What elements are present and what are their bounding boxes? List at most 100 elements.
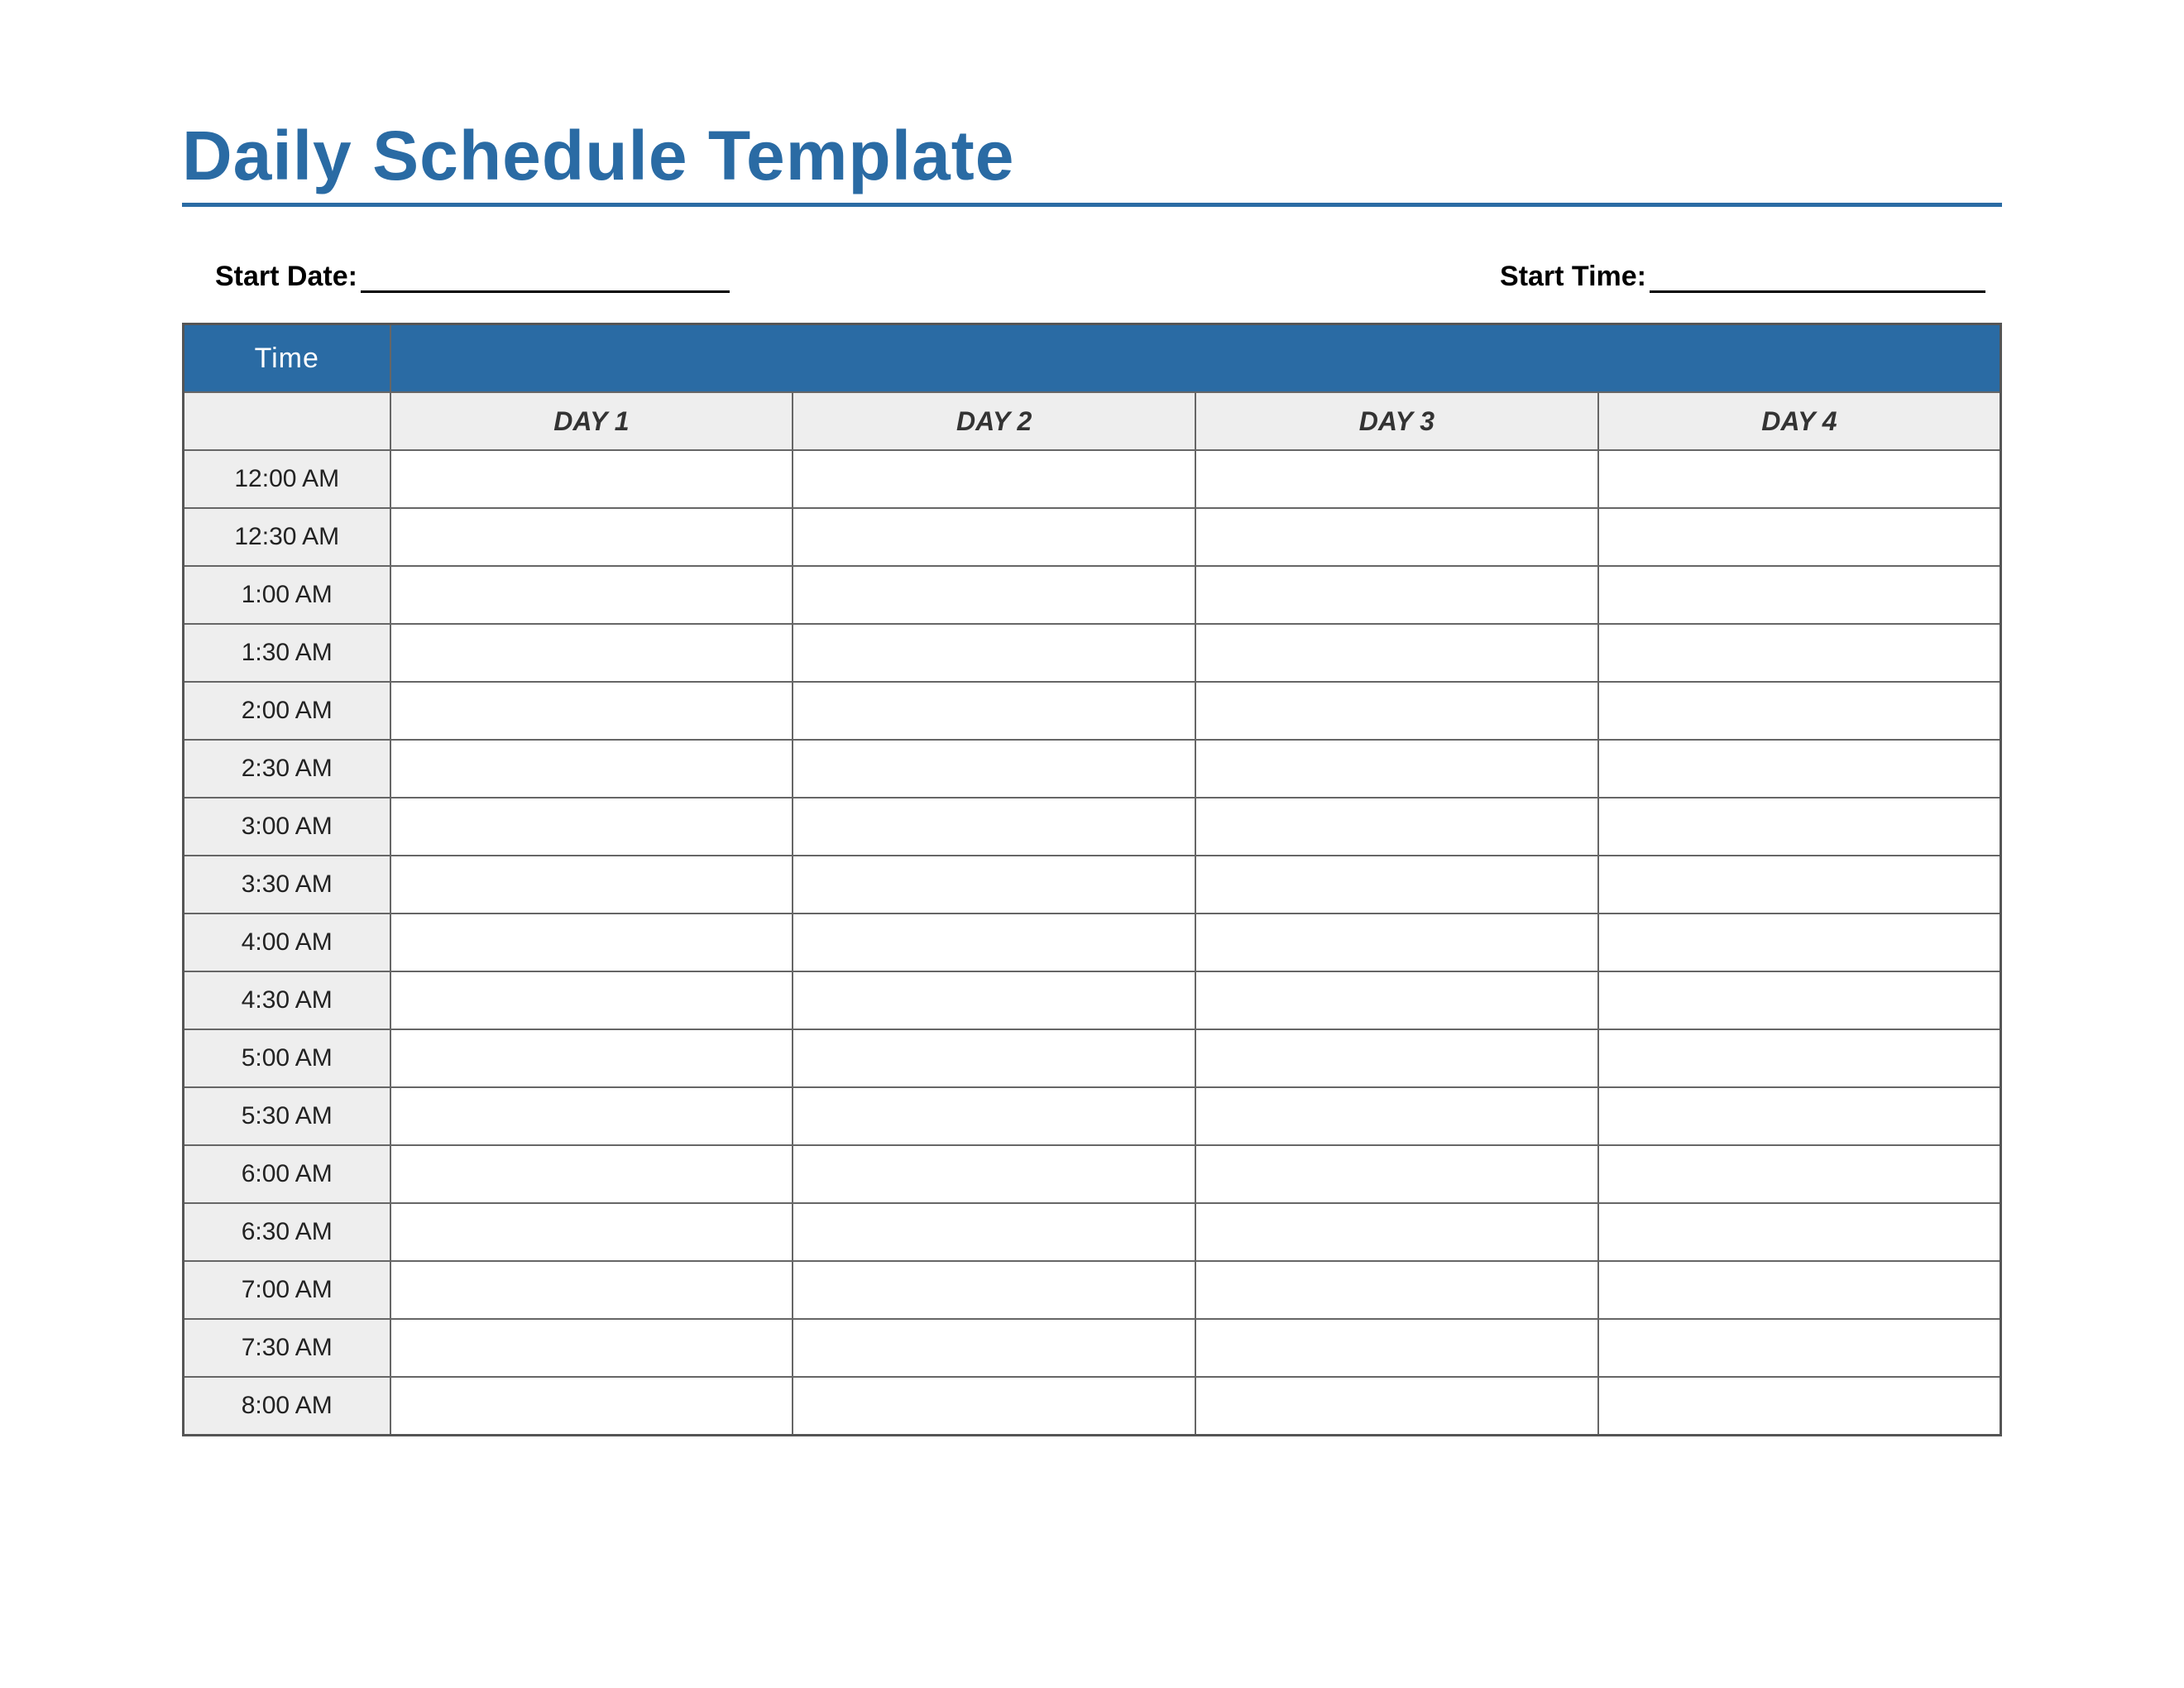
schedule-slot[interactable] xyxy=(1598,1203,2001,1261)
schedule-slot[interactable] xyxy=(1598,508,2001,566)
schedule-slot[interactable] xyxy=(1195,508,1598,566)
schedule-slot[interactable] xyxy=(1598,1087,2001,1145)
schedule-slot[interactable] xyxy=(1195,856,1598,914)
header-blank xyxy=(390,324,2001,393)
schedule-slot[interactable] xyxy=(1598,1029,2001,1087)
schedule-slot[interactable] xyxy=(1195,1087,1598,1145)
schedule-slot[interactable] xyxy=(390,1029,793,1087)
schedule-slot[interactable] xyxy=(793,508,1195,566)
start-time-input[interactable] xyxy=(1650,257,1985,293)
table-row: 7:30 AM xyxy=(184,1319,2001,1377)
schedule-slot[interactable] xyxy=(1598,798,2001,856)
schedule-slot[interactable] xyxy=(1195,798,1598,856)
schedule-slot[interactable] xyxy=(1598,856,2001,914)
schedule-slot[interactable] xyxy=(1195,740,1598,798)
time-cell: 12:00 AM xyxy=(184,450,390,508)
schedule-slot[interactable] xyxy=(793,971,1195,1029)
time-cell: 4:00 AM xyxy=(184,914,390,971)
schedule-slot[interactable] xyxy=(1195,971,1598,1029)
schedule-slot[interactable] xyxy=(1195,1261,1598,1319)
schedule-slot[interactable] xyxy=(390,1087,793,1145)
page-title: Daily Schedule Template xyxy=(182,116,2002,196)
schedule-slot[interactable] xyxy=(1598,914,2001,971)
schedule-slot[interactable] xyxy=(1598,566,2001,624)
schedule-slot[interactable] xyxy=(1195,1145,1598,1203)
schedule-slot[interactable] xyxy=(390,971,793,1029)
time-cell: 6:00 AM xyxy=(184,1145,390,1203)
table-row: 5:00 AM xyxy=(184,1029,2001,1087)
schedule-slot[interactable] xyxy=(793,798,1195,856)
start-date-label: Start Date: xyxy=(215,261,357,293)
schedule-slot[interactable] xyxy=(1598,450,2001,508)
schedule-slot[interactable] xyxy=(1598,682,2001,740)
schedule-slot[interactable] xyxy=(390,682,793,740)
schedule-slot[interactable] xyxy=(793,1319,1195,1377)
time-cell: 2:00 AM xyxy=(184,682,390,740)
schedule-slot[interactable] xyxy=(793,1145,1195,1203)
schedule-slot[interactable] xyxy=(793,1029,1195,1087)
header-row-days: DAY 1 DAY 2 DAY 3 DAY 4 xyxy=(184,392,2001,450)
schedule-slot[interactable] xyxy=(1195,914,1598,971)
schedule-slot[interactable] xyxy=(1598,1377,2001,1436)
day-corner xyxy=(184,392,390,450)
table-row: 5:30 AM xyxy=(184,1087,2001,1145)
schedule-slot[interactable] xyxy=(1598,971,2001,1029)
schedule-slot[interactable] xyxy=(793,1203,1195,1261)
schedule-slot[interactable] xyxy=(793,566,1195,624)
schedule-slot[interactable] xyxy=(390,1145,793,1203)
schedule-slot[interactable] xyxy=(390,1261,793,1319)
schedule-slot[interactable] xyxy=(1195,624,1598,682)
time-cell: 1:00 AM xyxy=(184,566,390,624)
start-date-input[interactable] xyxy=(361,257,730,293)
schedule-slot[interactable] xyxy=(390,740,793,798)
schedule-slot[interactable] xyxy=(1195,1319,1598,1377)
schedule-table: Time DAY 1 DAY 2 DAY 3 DAY 4 12:00 AM12:… xyxy=(182,323,2002,1436)
day-header-2: DAY 2 xyxy=(793,392,1195,450)
schedule-slot[interactable] xyxy=(390,798,793,856)
header-row-top: Time xyxy=(184,324,2001,393)
schedule-slot[interactable] xyxy=(793,450,1195,508)
schedule-slot[interactable] xyxy=(793,682,1195,740)
schedule-slot[interactable] xyxy=(1195,566,1598,624)
schedule-slot[interactable] xyxy=(1195,682,1598,740)
schedule-slot[interactable] xyxy=(793,1087,1195,1145)
schedule-slot[interactable] xyxy=(793,1261,1195,1319)
time-cell: 6:30 AM xyxy=(184,1203,390,1261)
schedule-slot[interactable] xyxy=(390,856,793,914)
schedule-slot[interactable] xyxy=(1598,1145,2001,1203)
schedule-slot[interactable] xyxy=(793,856,1195,914)
table-row: 8:00 AM xyxy=(184,1377,2001,1436)
time-cell: 1:30 AM xyxy=(184,624,390,682)
time-cell: 7:00 AM xyxy=(184,1261,390,1319)
table-row: 4:30 AM xyxy=(184,971,2001,1029)
schedule-slot[interactable] xyxy=(390,624,793,682)
schedule-slot[interactable] xyxy=(390,1203,793,1261)
schedule-slot[interactable] xyxy=(793,914,1195,971)
schedule-slot[interactable] xyxy=(793,1377,1195,1436)
schedule-slot[interactable] xyxy=(1195,1377,1598,1436)
table-row: 2:00 AM xyxy=(184,682,2001,740)
table-row: 1:30 AM xyxy=(184,624,2001,682)
schedule-slot[interactable] xyxy=(390,914,793,971)
schedule-slot[interactable] xyxy=(1598,740,2001,798)
schedule-slot[interactable] xyxy=(390,566,793,624)
start-time-field: Start Time: xyxy=(1500,257,1985,293)
schedule-slot[interactable] xyxy=(1195,1203,1598,1261)
start-date-field: Start Date: xyxy=(215,257,730,293)
time-cell: 5:30 AM xyxy=(184,1087,390,1145)
schedule-slot[interactable] xyxy=(1598,624,2001,682)
time-cell: 4:30 AM xyxy=(184,971,390,1029)
schedule-slot[interactable] xyxy=(793,740,1195,798)
schedule-slot[interactable] xyxy=(1195,450,1598,508)
table-row: 12:30 AM xyxy=(184,508,2001,566)
schedule-slot[interactable] xyxy=(390,1377,793,1436)
table-row: 1:00 AM xyxy=(184,566,2001,624)
schedule-slot[interactable] xyxy=(390,450,793,508)
schedule-slot[interactable] xyxy=(390,1319,793,1377)
schedule-slot[interactable] xyxy=(1195,1029,1598,1087)
schedule-slot[interactable] xyxy=(390,508,793,566)
schedule-slot[interactable] xyxy=(1598,1319,2001,1377)
schedule-slot[interactable] xyxy=(1598,1261,2001,1319)
day-header-1: DAY 1 xyxy=(390,392,793,450)
schedule-slot[interactable] xyxy=(793,624,1195,682)
